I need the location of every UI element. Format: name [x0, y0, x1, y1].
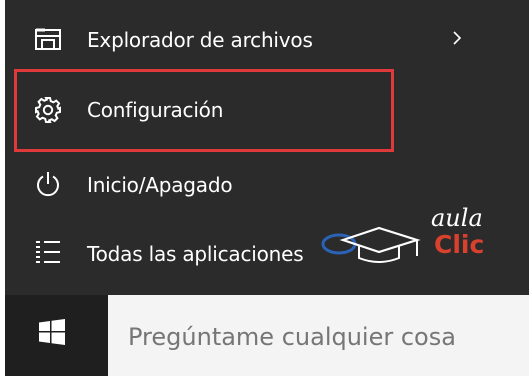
mortarboard-logo-icon	[321, 226, 421, 263]
menu-item-settings[interactable]: Configuración	[5, 81, 529, 139]
power-icon	[37, 172, 59, 197]
start-button[interactable]	[5, 295, 108, 376]
watermark-aula-text: aula	[431, 204, 483, 232]
all-apps-list-icon	[36, 241, 60, 263]
menu-item-label: Configuración	[87, 98, 224, 122]
aulaclic-watermark: aula Clic	[321, 204, 501, 274]
screenshot-frame: Explorador de archivos Configuración Ini…	[0, 0, 529, 376]
menu-item-file-explorer[interactable]: Explorador de archivos	[5, 10, 529, 68]
chevron-right-icon[interactable]	[450, 28, 464, 48]
file-explorer-icon	[35, 28, 61, 50]
watermark-clic-text: Clic	[434, 230, 485, 259]
search-placeholder: Pregúntame cualquier cosa	[128, 323, 456, 351]
taskbar: Pregúntame cualquier cosa	[0, 295, 529, 376]
menu-item-label: Todas las aplicaciones	[87, 242, 304, 266]
menu-item-label: Inicio/Apagado	[87, 173, 233, 197]
windows-logo-icon	[39, 319, 65, 345]
start-menu-panel: Explorador de archivos Configuración Ini…	[5, 0, 529, 295]
gear-icon	[35, 97, 61, 123]
search-box[interactable]: Pregúntame cualquier cosa	[108, 295, 529, 376]
menu-item-label: Explorador de archivos	[87, 28, 313, 52]
